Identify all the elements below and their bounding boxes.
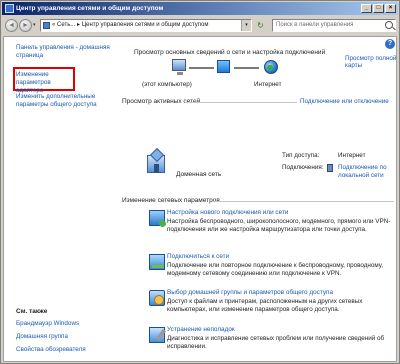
refresh-icon[interactable]: ↻ [255, 20, 266, 31]
address-bar[interactable]: « Сеть... ▸ Центр управления сетями и об… [40, 19, 252, 32]
connect-disconnect-link[interactable]: Подключение или отключение [300, 98, 389, 105]
search-icon[interactable] [385, 21, 393, 29]
homegroup-icon [149, 290, 165, 306]
task-description: Подключение или повторное подключение к … [167, 262, 384, 277]
back-button[interactable]: ◄ [5, 19, 18, 32]
close-button[interactable]: × [385, 4, 396, 13]
see-also-internet-options-link[interactable]: Свойства обозревателя [16, 346, 116, 354]
connections-label: Подключения: [282, 164, 324, 171]
main-pane: ? Просмотр основных сведений о сети и на… [117, 37, 396, 361]
address-dropdown-chevron-icon[interactable]: ▾ [241, 20, 251, 31]
task-title-link[interactable]: Выбор домашней группы и параметров общег… [167, 289, 395, 296]
window-controls: _ □ × [361, 4, 396, 13]
connection-line [234, 67, 259, 69]
connection-icon [327, 164, 333, 172]
see-also-homegroup-link[interactable]: Домашняя группа [16, 333, 116, 341]
full-map-link[interactable]: Просмотр полной карты [345, 55, 396, 69]
see-also-title: См. также [16, 308, 48, 315]
computer-label: (этот компьютер) [142, 81, 192, 88]
network-center-icon [5, 4, 14, 13]
domain-network-icon [147, 155, 165, 173]
internet-globe-icon [264, 60, 278, 74]
search-input[interactable]: Поиск в панели управления [272, 19, 396, 32]
address-path: « Сеть... ▸ Центр управления сетями и об… [52, 22, 209, 28]
task-description: Доступ к файлам и принтерам, расположенн… [167, 298, 363, 313]
change-adapter-settings-link[interactable]: Изменение параметров адаптера [16, 71, 74, 95]
task-new-connection: Настройка нового подключения или сети На… [167, 209, 395, 234]
troubleshoot-icon [149, 327, 165, 343]
control-panel-icon [43, 22, 50, 29]
recent-pages-chevron-icon[interactable]: ▾ [33, 22, 36, 28]
internet-label: Интернет [254, 81, 282, 88]
local-connection-link[interactable]: Подключение по локальной сети [338, 164, 396, 180]
change-settings-header: Изменение сетевых параметров [122, 197, 220, 204]
task-title-link[interactable]: Подключиться к сети [167, 253, 395, 260]
window-title: Центр управления сетями и общим доступом [16, 5, 164, 12]
task-description: Настройка беспроводного, широкополосного… [167, 218, 391, 233]
task-homegroup: Выбор домашней группы и параметров общег… [167, 289, 395, 314]
window: Центр управления сетями и общим доступом… [0, 0, 400, 364]
control-panel-home-link[interactable]: Панель управления - домашняя страница [16, 44, 116, 60]
task-description: Диагностика и исправление сетевых пробле… [167, 335, 385, 350]
search-placeholder: Поиск в панели управления [276, 22, 354, 28]
content-area: Панель управления - домашняя страница Из… [3, 36, 397, 362]
access-type-label: Тип доступа: [282, 152, 320, 159]
forward-button[interactable]: ► [19, 19, 32, 32]
toolbar: ◄ ► ▾ « Сеть... ▸ Центр управления сетям… [2, 15, 398, 35]
advanced-sharing-settings-link[interactable]: Изменить дополнительные параметры общего… [16, 93, 116, 109]
task-troubleshoot: Устранение неполадок Диагностика и испра… [167, 326, 395, 351]
divider [212, 201, 394, 202]
minimize-button[interactable]: _ [361, 4, 372, 13]
connect-network-icon [149, 254, 165, 270]
task-connect-network: Подключиться к сети Подключение или повт… [167, 253, 395, 278]
title-bar[interactable]: Центр управления сетями и общим доступом… [2, 2, 398, 15]
page-title: Просмотр основных сведений о сети и наст… [134, 49, 326, 56]
access-type-value: Интернет [338, 152, 366, 159]
help-icon[interactable]: ? [385, 39, 395, 49]
network-icon [217, 60, 230, 73]
network-setup-icon [149, 210, 166, 227]
task-title-link[interactable]: Устранение неполадок [167, 326, 395, 333]
see-also-firewall-link[interactable]: Брандмауэр Windows [16, 320, 116, 328]
computer-icon [172, 59, 186, 75]
connection-line [189, 67, 214, 69]
task-title-link[interactable]: Настройка нового подключения или сети [167, 209, 395, 216]
network-name: Доменная сеть [176, 171, 222, 178]
divider [185, 102, 297, 103]
maximize-button[interactable]: □ [373, 4, 384, 13]
left-pane: Панель управления - домашняя страница Из… [4, 37, 116, 361]
